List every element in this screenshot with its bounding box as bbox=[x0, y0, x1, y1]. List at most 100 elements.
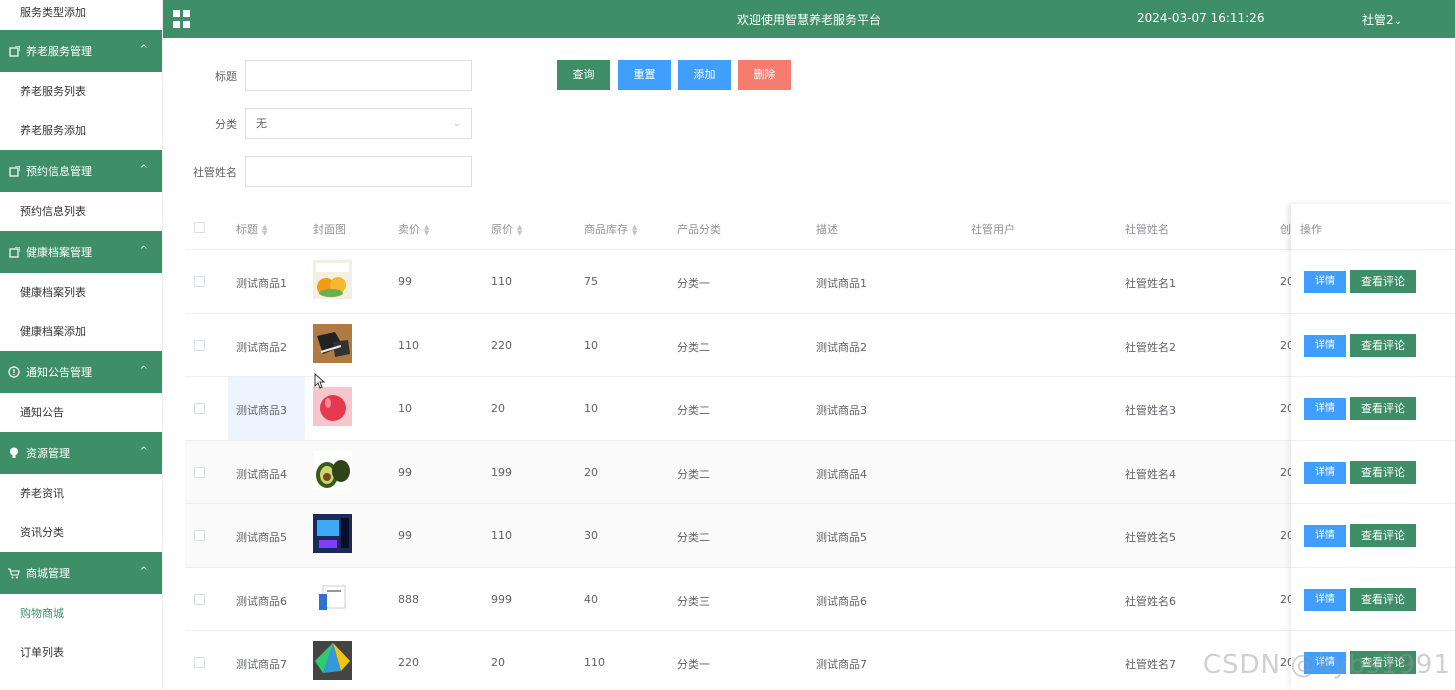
table-row[interactable]: 测试商品1 99 110 75 分类一 测试商品1 社管姓名1 20 bbox=[185, 250, 1447, 314]
col-price[interactable]: 卖价 ▲ ▼ bbox=[398, 221, 429, 237]
manager-input[interactable] bbox=[245, 156, 472, 187]
sidebar-group-health[interactable]: 健康档案管理 ^ bbox=[0, 231, 162, 273]
sidebar-item-orders[interactable]: 订单列表 bbox=[0, 633, 162, 672]
chevron-up-icon: ^ bbox=[139, 446, 148, 457]
sidebar-group-booking[interactable]: 预约信息管理 ^ bbox=[0, 150, 162, 192]
cart-icon bbox=[8, 567, 20, 579]
cell-orig-price: 110 bbox=[491, 529, 512, 542]
title-label: 标题 bbox=[215, 69, 237, 83]
sidebar-group-mall[interactable]: 商城管理 ^ bbox=[0, 552, 162, 594]
sidebar-item-service-list[interactable]: 养老服务列表 bbox=[0, 72, 162, 111]
cell-stock: 10 bbox=[584, 338, 598, 352]
cell-category: 分类二 bbox=[677, 531, 710, 544]
table-row[interactable]: 测试商品6 888 999 40 分类三 测试商品6 社管姓名6 20 bbox=[185, 568, 1447, 631]
row-checkbox[interactable] bbox=[194, 276, 205, 287]
reset-button[interactable]: 重置 bbox=[618, 60, 671, 90]
query-button[interactable]: 查询 bbox=[557, 60, 610, 90]
cell-price: 220 bbox=[398, 656, 419, 669]
category-select[interactable]: 无 ⌄ bbox=[245, 108, 472, 139]
chevron-up-icon: ^ bbox=[139, 566, 148, 577]
sidebar-group-elderly-service[interactable]: 养老服务管理 ^ bbox=[0, 30, 162, 72]
detail-button[interactable]: 详情 bbox=[1304, 398, 1346, 420]
cell-category: 分类三 bbox=[677, 594, 710, 608]
detail-button[interactable]: 详情 bbox=[1304, 525, 1346, 547]
doc-icon bbox=[8, 246, 20, 258]
col-user: 社管用户 bbox=[971, 223, 1015, 236]
cell-stock: 40 bbox=[584, 592, 598, 606]
cover-image[interactable] bbox=[313, 514, 352, 553]
cell-desc: 测试商品4 bbox=[816, 467, 867, 481]
ops-row: 详情 查看评论 bbox=[1291, 314, 1455, 377]
row-checkbox[interactable] bbox=[194, 466, 205, 478]
col-stock[interactable]: 商品库存 ▲ ▼ bbox=[584, 221, 637, 237]
view-comments-button[interactable]: 查看评论 bbox=[1350, 397, 1416, 420]
view-comments-button[interactable]: 查看评论 bbox=[1350, 460, 1416, 484]
col-title-label: 标题 bbox=[236, 223, 258, 236]
row-checkbox[interactable] bbox=[194, 593, 205, 605]
detail-button[interactable]: 详情 bbox=[1304, 461, 1346, 484]
cover-image[interactable] bbox=[313, 260, 352, 299]
sort-icon[interactable]: ▲ ▼ bbox=[262, 224, 267, 237]
cover-image[interactable] bbox=[313, 577, 352, 617]
sidebar-item-health-add[interactable]: 健康档案添加 bbox=[0, 312, 162, 351]
cell-desc: 测试商品7 bbox=[816, 658, 867, 671]
col-title[interactable]: 标题 ▲ ▼ bbox=[236, 221, 267, 237]
cell-category: 分类一 bbox=[677, 658, 710, 671]
sidebar-item-shop[interactable]: 购物商城 bbox=[0, 594, 162, 633]
cell-title: 测试商品3 bbox=[236, 404, 287, 417]
sort-icon[interactable]: ▲ ▼ bbox=[632, 224, 637, 237]
view-comments-button[interactable]: 查看评论 bbox=[1350, 333, 1416, 357]
sidebar-item-service-add[interactable]: 养老服务添加 bbox=[0, 111, 162, 150]
cover-image[interactable] bbox=[313, 387, 352, 426]
select-all-checkbox[interactable] bbox=[194, 222, 205, 233]
category-label: 分类 bbox=[215, 117, 237, 131]
row-checkbox[interactable] bbox=[194, 339, 205, 351]
cover-image[interactable] bbox=[313, 323, 352, 363]
sort-icon[interactable]: ▲ ▼ bbox=[424, 224, 429, 237]
sidebar-group-resource[interactable]: 资源管理 ^ bbox=[0, 432, 162, 474]
table-row[interactable]: 测试商品5 99 110 30 分类二 测试商品5 社管姓名5 20 bbox=[185, 504, 1447, 568]
cell-orig-price: 20 bbox=[491, 402, 505, 415]
sidebar-item-booking-list[interactable]: 预约信息列表 bbox=[0, 192, 162, 231]
manager-label: 社管姓名 bbox=[193, 165, 237, 179]
col-category: 产品分类 bbox=[677, 223, 721, 236]
cell-price: 10 bbox=[398, 402, 412, 415]
cell-price: 99 bbox=[398, 275, 412, 288]
cell-stock: 10 bbox=[584, 402, 598, 415]
table-row[interactable]: 测试商品2 110 220 10 分类二 测试商品2 社管姓名2 20 bbox=[185, 314, 1447, 377]
table-row[interactable]: 测试商品3 10 20 10 分类二 测试商品3 社管姓名3 20 bbox=[185, 377, 1447, 441]
chevron-down-icon: ⌄ bbox=[1393, 16, 1403, 27]
view-comments-button[interactable]: 查看评论 bbox=[1350, 587, 1416, 611]
sidebar-item-service-type-add[interactable]: 服务类型添加 bbox=[0, 0, 162, 30]
row-checkbox[interactable] bbox=[194, 403, 205, 414]
sidebar-item-health-list[interactable]: 健康档案列表 bbox=[0, 273, 162, 312]
delete-button[interactable]: 删除 bbox=[738, 60, 791, 90]
detail-button[interactable]: 详情 bbox=[1304, 334, 1346, 357]
cover-image[interactable] bbox=[313, 450, 352, 490]
title-input[interactable] bbox=[245, 60, 472, 91]
cell-orig-price: 199 bbox=[491, 465, 512, 479]
add-button[interactable]: 添加 bbox=[678, 60, 731, 90]
main-content: 标题 分类 无 ⌄ 社管姓名 查询 重置 添加 删除 标题 ▲ ▼ 封面图 卖价 ▲ ▼ … bbox=[170, 44, 1455, 690]
row-checkbox[interactable] bbox=[194, 657, 205, 668]
row-checkbox[interactable] bbox=[194, 530, 205, 541]
cell-manager: 社管姓名1 bbox=[1125, 277, 1176, 290]
sidebar-group-notice[interactable]: 通知公告管理 ^ bbox=[0, 351, 162, 393]
sidebar: 服务类型添加 养老服务管理 ^ 养老服务列表 养老服务添加 预约信息管理 ^ 预… bbox=[0, 0, 163, 690]
cover-image[interactable] bbox=[313, 641, 352, 680]
view-comments-button[interactable]: 查看评论 bbox=[1350, 524, 1416, 547]
ops-row: 详情 查看评论 bbox=[1291, 377, 1455, 441]
sort-icon[interactable]: ▲ ▼ bbox=[517, 224, 522, 237]
cell-manager: 社管姓名5 bbox=[1125, 531, 1176, 544]
table-header: 标题 ▲ ▼ 封面图 卖价 ▲ ▼ 原价 ▲ ▼ 商品库存 ▲ ▼ 产品分类 描述 社管用户 社… bbox=[185, 204, 1447, 250]
detail-button[interactable]: 详情 bbox=[1304, 271, 1346, 293]
sidebar-item-news[interactable]: 养老资讯 bbox=[0, 474, 162, 513]
user-menu[interactable]: 社管2⌄ bbox=[1362, 11, 1402, 28]
sidebar-item-notice[interactable]: 通知公告 bbox=[0, 393, 162, 432]
sidebar-item-news-category[interactable]: 资讯分类 bbox=[0, 513, 162, 552]
detail-button[interactable]: 详情 bbox=[1304, 588, 1346, 611]
sidebar-group-label: 通知公告管理 bbox=[26, 366, 92, 379]
table-row[interactable]: 测试商品4 99 199 20 分类二 测试商品4 社管姓名4 20 bbox=[185, 440, 1447, 504]
view-comments-button[interactable]: 查看评论 bbox=[1350, 270, 1416, 293]
col-orig-price[interactable]: 原价 ▲ ▼ bbox=[491, 221, 522, 237]
